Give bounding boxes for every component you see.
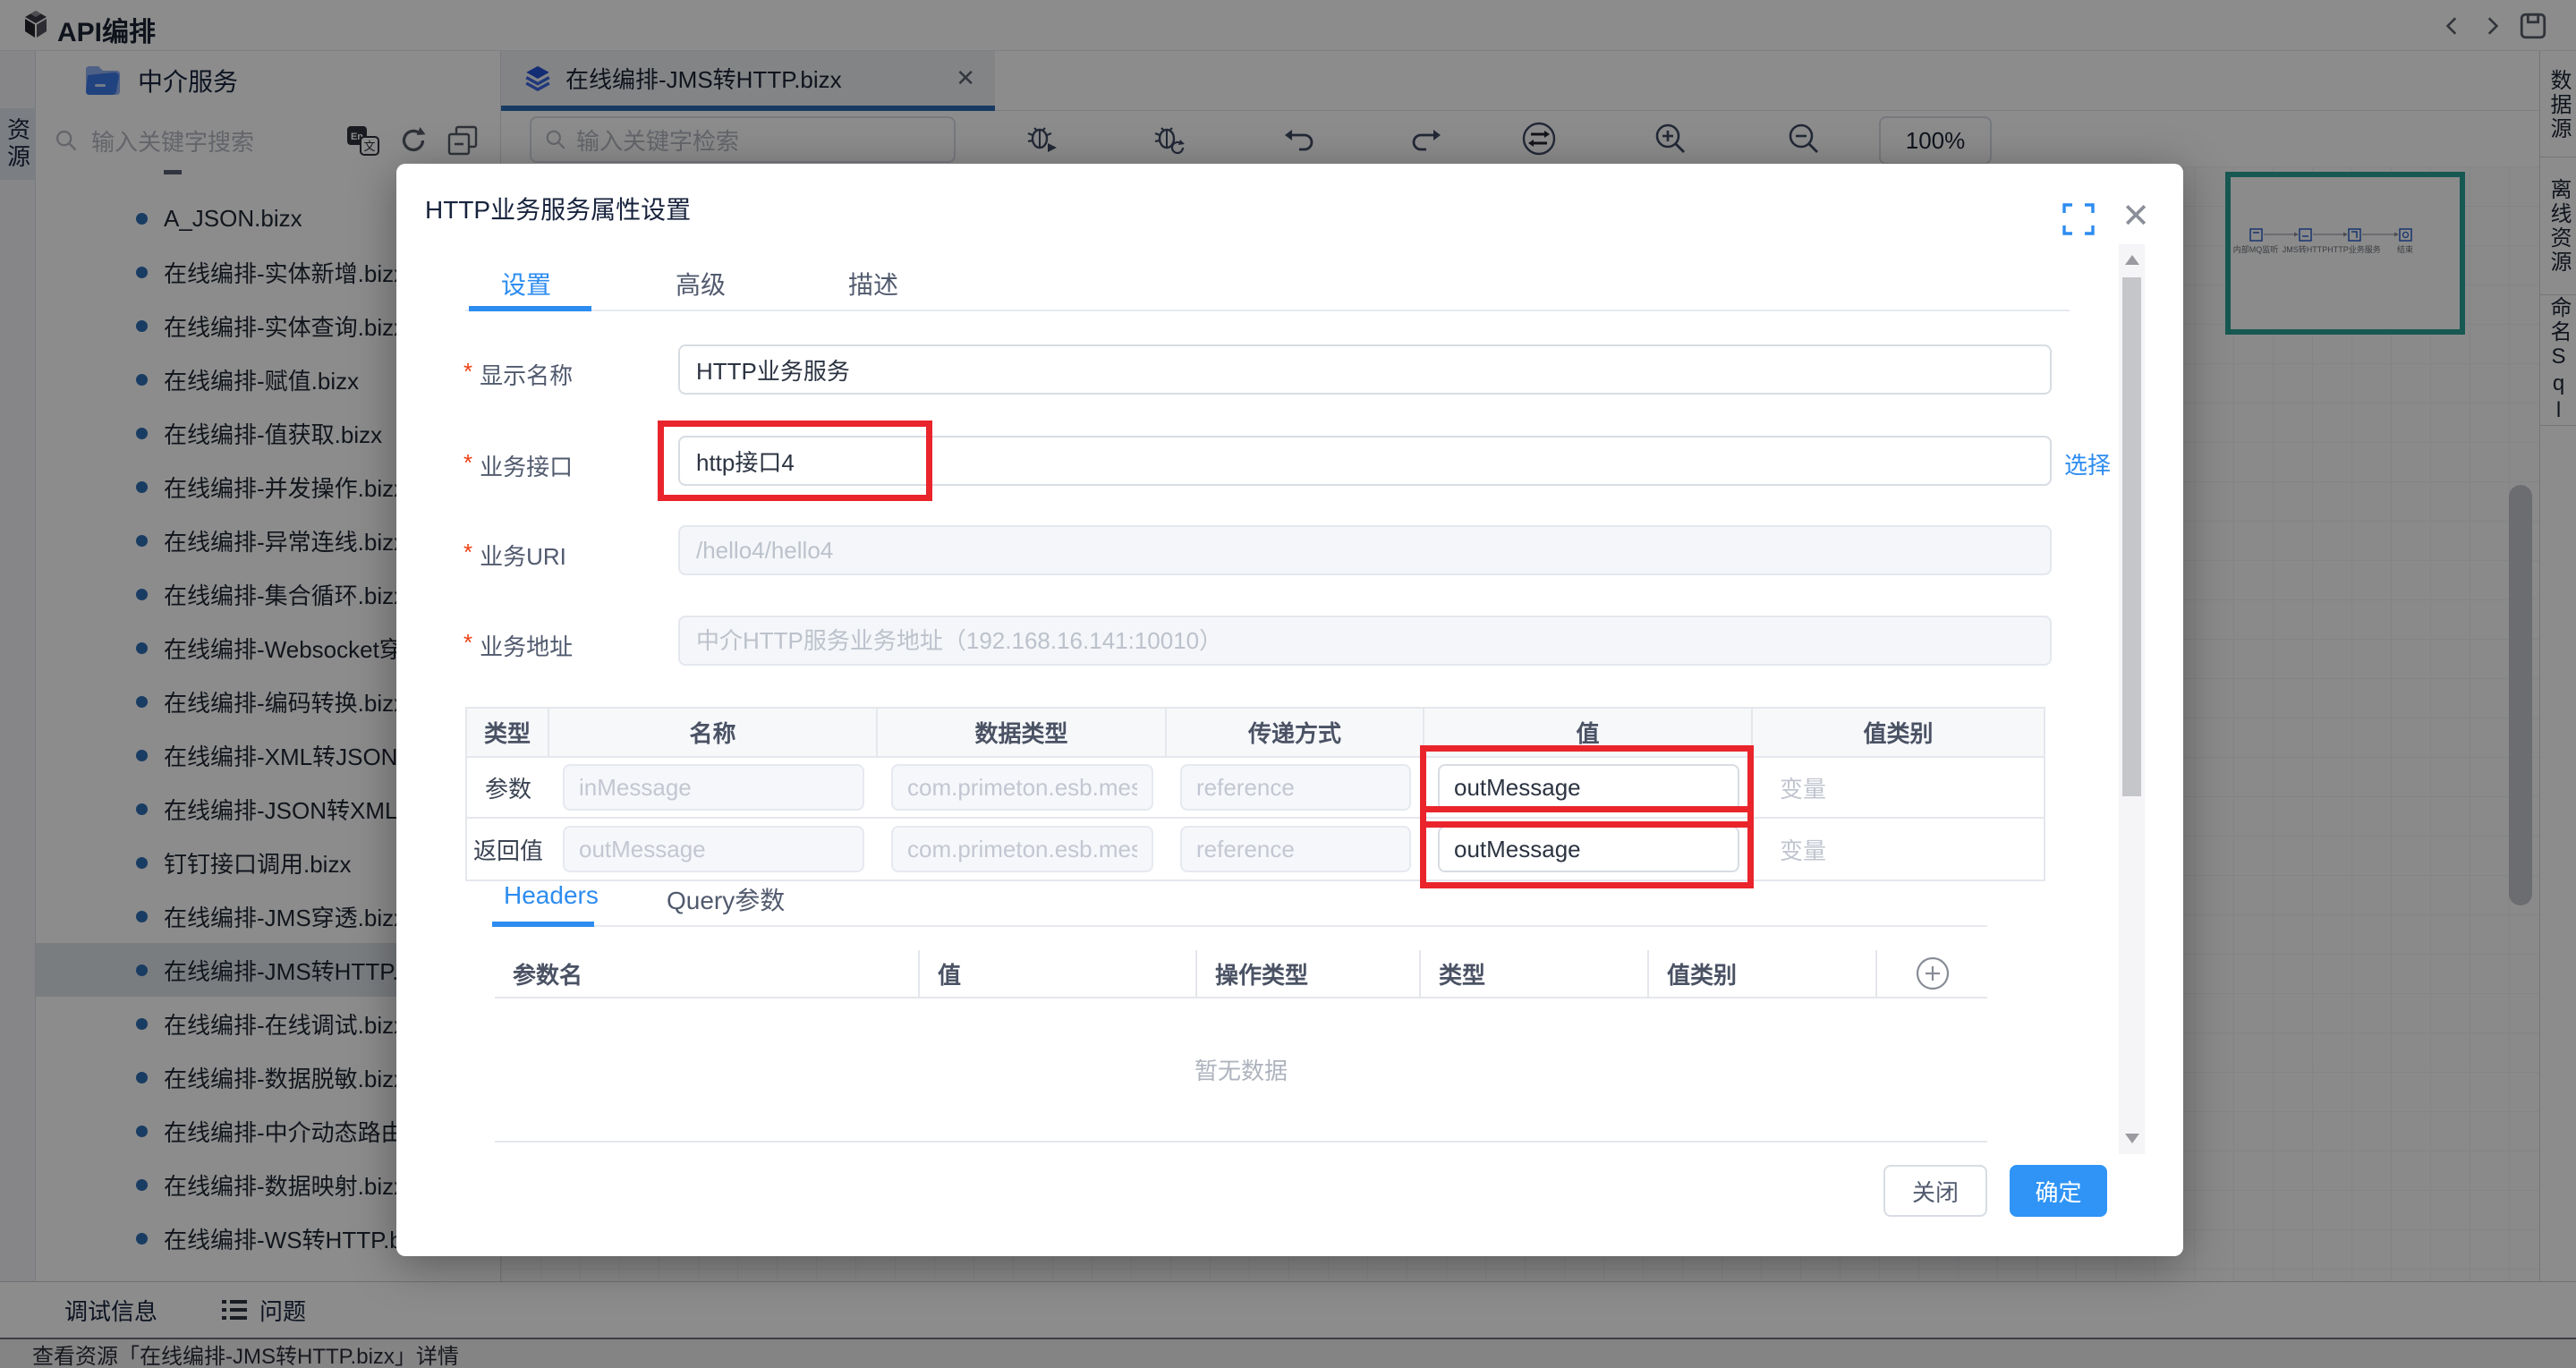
parameter-row: 参数 变量 (467, 758, 2044, 819)
parameter-table-header: 类型 名称 数据类型 传递方式 值 值类别 (467, 709, 2044, 758)
tab-advanced[interactable]: 高级 (672, 266, 729, 302)
param-passmode-input (1180, 826, 1411, 872)
select-link[interactable]: 选择 (2064, 447, 2111, 480)
tab-settings[interactable]: 设置 (497, 266, 555, 302)
field-label-business-address: * 业务地址 (463, 629, 573, 662)
business-address-input (678, 616, 2052, 666)
parameter-table: 类型 名称 数据类型 传递方式 值 值类别 参数 变量 返回值 (465, 707, 2045, 881)
tab-headers[interactable]: Headers (504, 881, 599, 910)
param-name-input (563, 764, 864, 811)
dialog-scrollbar[interactable] (2119, 244, 2145, 1154)
required-star: * (463, 539, 472, 572)
headers-table: 参数名 值 操作类型 类型 值类别 暂无数据 (495, 950, 1987, 1143)
tab-description[interactable]: 描述 (845, 266, 902, 302)
param-passmode-input (1180, 764, 1411, 811)
required-star: * (463, 358, 472, 391)
param-type: 参数 (467, 771, 549, 804)
app-window: API编排 资源 中介服务 (0, 0, 2576, 1368)
param-datatype-input (891, 764, 1153, 811)
annotation-box-business-interface (658, 421, 932, 501)
field-label-display-name: * 显示名称 (463, 358, 573, 391)
parameter-row: 返回值 变量 (467, 819, 2044, 879)
subtabs-divider (495, 925, 1987, 927)
field-label-business-uri: * 业务URI (463, 539, 566, 572)
param-value-category: 变量 (1753, 833, 1826, 866)
headers-table-header: 参数名 值 操作类型 类型 值类别 (495, 950, 1987, 998)
plus-circle-icon (1914, 955, 1951, 992)
scrollbar-thumb[interactable] (2122, 277, 2141, 796)
tab-query-params[interactable]: Query参数 (667, 881, 785, 917)
active-subtab-indicator (492, 922, 594, 927)
confirm-button[interactable]: 确定 (2010, 1165, 2107, 1217)
tabs-divider (465, 310, 2070, 311)
dialog-title: HTTP业务服务属性设置 (425, 191, 691, 226)
http-service-properties-dialog: HTTP业务服务属性设置 ✕ 设置 高级 描述 * 显示名称 * 业务接口 选择 (396, 164, 2183, 1256)
empty-text: 暂无数据 (1194, 1053, 1288, 1086)
business-uri-input (678, 525, 2052, 575)
param-value-category: 变量 (1753, 771, 1826, 804)
display-name-input[interactable] (678, 344, 2052, 395)
param-name-input (563, 826, 864, 872)
close-icon[interactable]: ✕ (2116, 196, 2155, 235)
fullscreen-icon[interactable] (2061, 201, 2096, 237)
param-datatype-input (891, 826, 1153, 872)
annotation-box-return-value (1420, 806, 1754, 888)
required-star: * (463, 629, 472, 662)
empty-state: 暂无数据 (495, 998, 1987, 1143)
active-tab-indicator (469, 306, 591, 311)
close-button[interactable]: 关闭 (1883, 1165, 1987, 1217)
scroll-down-icon[interactable] (2125, 1134, 2139, 1143)
field-label-business-interface: * 业务接口 (463, 449, 573, 482)
scroll-up-icon[interactable] (2125, 255, 2139, 265)
required-star: * (463, 449, 472, 482)
add-header-button[interactable] (1877, 950, 1987, 997)
param-type: 返回值 (467, 833, 549, 866)
